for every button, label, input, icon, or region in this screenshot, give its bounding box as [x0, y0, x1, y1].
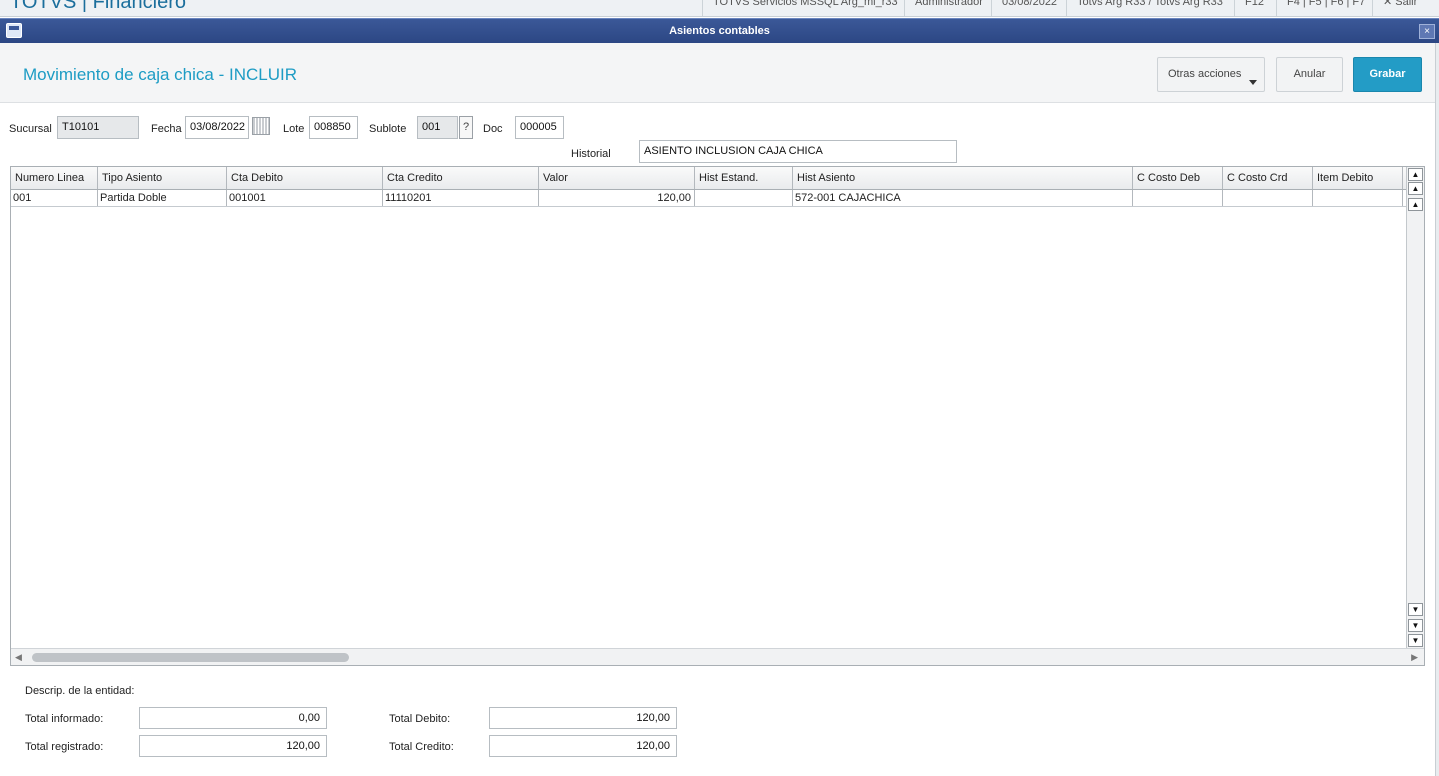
doc-field[interactable]: 000005 [515, 116, 564, 139]
total-debito-field[interactable]: 120,00 [489, 707, 677, 729]
vertical-scrollbar[interactable]: ▲ ▲ ▲ ▼ ▼ ▼ [1406, 167, 1424, 649]
scroll-right-icon[interactable]: ▶ [1411, 652, 1418, 663]
column-header[interactable]: C Costo Crd [1223, 167, 1313, 189]
calendar-icon[interactable] [252, 117, 270, 135]
window-title-bar: Asientos contables × [0, 18, 1439, 43]
sublote-label: Sublote [369, 123, 407, 135]
historial-field[interactable]: ASIENTO INCLUSION CAJA CHICA [639, 140, 957, 163]
close-icon: ✕ [1383, 0, 1396, 8]
company-label[interactable]: Totvs Arg R33 / Totvs Arg R33 [1066, 0, 1233, 16]
lote-label: Lote [283, 123, 305, 135]
scroll-left-icon[interactable]: ◀ [15, 652, 22, 663]
save-button[interactable]: Grabar [1353, 57, 1422, 92]
column-header[interactable]: Cta Credito [383, 167, 539, 189]
table-cell[interactable]: Partida Doble [98, 190, 227, 206]
column-header[interactable]: Item Debito [1313, 167, 1403, 189]
historial-label: Historial [571, 148, 611, 160]
table-cell[interactable]: 11110201 [383, 190, 539, 206]
column-header[interactable]: C Costo Deb [1133, 167, 1223, 189]
lote-field[interactable]: 008850 [309, 116, 358, 139]
table-cell[interactable]: 001 [11, 190, 98, 206]
doc-label: Doc [483, 123, 503, 135]
sucursal-label: Sucursal [9, 123, 52, 135]
total-debito-label: Total Debito: [389, 713, 451, 725]
exit-label: Salir [1395, 0, 1418, 8]
table-cell[interactable]: 572-001 CAJACHICA [793, 190, 1133, 206]
horizontal-scroll-thumb[interactable] [32, 653, 349, 662]
column-header[interactable]: Cta Debito [227, 167, 383, 189]
fecha-label: Fecha [151, 123, 182, 135]
total-informado-label: Total informado: [25, 713, 104, 725]
scroll-bottom-icon[interactable]: ▼ [1408, 634, 1423, 647]
column-header[interactable]: Valor [539, 167, 695, 189]
app-brand: TOTVS | Financiero [10, 0, 186, 13]
total-credito-field[interactable]: 120,00 [489, 735, 677, 757]
table-row[interactable]: 001 Partida Doble 001001 11110201 120,00… [11, 190, 1406, 207]
page-header: Movimiento de caja chica - INCLUIR Otras… [0, 43, 1439, 103]
window-edge [1435, 43, 1439, 776]
sublote-lookup-button[interactable]: ? [459, 116, 473, 139]
total-credito-label: Total Credito: [389, 741, 454, 753]
more-actions-button[interactable]: Otras acciones [1157, 57, 1265, 92]
table-cell[interactable]: 120,00 [539, 190, 695, 206]
help-key[interactable]: F12 [1234, 0, 1274, 16]
table-cell[interactable]: 001001 [227, 190, 383, 206]
grid-header: Numero Linea Tipo Asiento Cta Debito Cta… [11, 167, 1406, 190]
app-bar: TOTVS | Financiero TOTVS Servicios MSSQL… [0, 0, 1439, 17]
total-informado-field[interactable]: 0,00 [139, 707, 327, 729]
column-header[interactable]: Tipo Asiento [98, 167, 227, 189]
entity-desc-label: Descrip. de la entidad: [25, 685, 135, 697]
window-close-button[interactable]: × [1419, 24, 1435, 39]
sucursal-field[interactable]: T10101 [57, 116, 139, 139]
shortcut-keys[interactable]: F4 | F5 | F6 | F7 [1276, 0, 1375, 16]
sublote-field[interactable]: 001 [417, 116, 458, 139]
table-cell[interactable] [695, 190, 793, 206]
horizontal-scrollbar[interactable]: ◀ ▶ [11, 648, 1424, 665]
chevron-down-icon [1249, 80, 1257, 85]
total-registrado-label: Total registrado: [25, 741, 104, 753]
scroll-up-icon[interactable]: ▲ [1408, 198, 1423, 211]
table-cell[interactable] [1313, 190, 1403, 206]
column-header[interactable]: Hist Estand. [695, 167, 793, 189]
more-actions-label: Otras acciones [1168, 68, 1242, 80]
total-registrado-field[interactable]: 120,00 [139, 735, 327, 757]
fecha-field[interactable]: 03/08/2022 [185, 116, 249, 139]
scroll-page-up-icon[interactable]: ▲ [1408, 182, 1423, 195]
date-label[interactable]: 03/08/2022 [991, 0, 1067, 16]
window-title: Asientos contables [669, 25, 770, 37]
exit-button[interactable]: ✕ Salir [1372, 0, 1427, 16]
scroll-top-icon[interactable]: ▲ [1408, 168, 1423, 181]
page-title: Movimiento de caja chica - INCLUIR [23, 65, 297, 84]
scroll-page-down-icon[interactable]: ▼ [1408, 619, 1423, 632]
column-header[interactable]: Hist Asiento [793, 167, 1133, 189]
column-header[interactable]: Numero Linea [11, 167, 98, 189]
table-cell[interactable] [1223, 190, 1313, 206]
cancel-button[interactable]: Anular [1276, 57, 1343, 92]
user-label[interactable]: Administrador [904, 0, 993, 16]
environment-label[interactable]: TOTVS Servicios MSSQL Arg_mi_r33 [702, 0, 908, 16]
scroll-down-icon[interactable]: ▼ [1408, 603, 1423, 616]
entries-grid[interactable]: Numero Linea Tipo Asiento Cta Debito Cta… [10, 166, 1425, 666]
table-cell[interactable] [1133, 190, 1223, 206]
